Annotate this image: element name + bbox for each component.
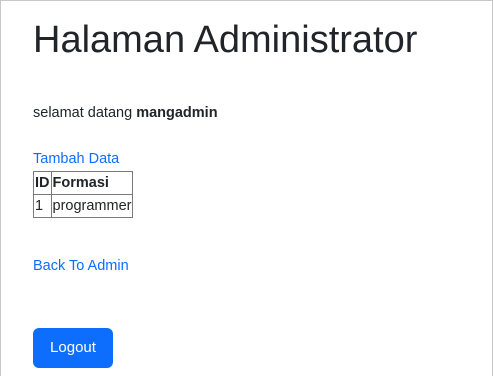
logout-button[interactable]: Logout <box>33 328 113 368</box>
table-cell-id: 1 <box>33 194 52 218</box>
main-content: Halaman Administrator selamat datang man… <box>33 0 494 376</box>
back-to-admin-link[interactable]: Back To Admin <box>33 256 129 276</box>
table-cell-formasi: programmer <box>50 194 134 218</box>
welcome-username: mangadmin <box>136 105 218 121</box>
table-header-row: ID Formasi <box>33 171 134 195</box>
page-title: Halaman Administrator <box>33 19 418 61</box>
table-row: 1 programmer <box>33 194 134 218</box>
add-data-link[interactable]: Tambah Data <box>33 149 119 169</box>
table-header-id: ID <box>33 171 52 195</box>
welcome-prefix: selamat datang <box>33 105 137 121</box>
table-header-formasi: Formasi <box>50 171 134 195</box>
welcome-message: selamat datang mangadmin <box>33 103 218 123</box>
data-table: ID Formasi 1 programmer <box>33 171 134 218</box>
